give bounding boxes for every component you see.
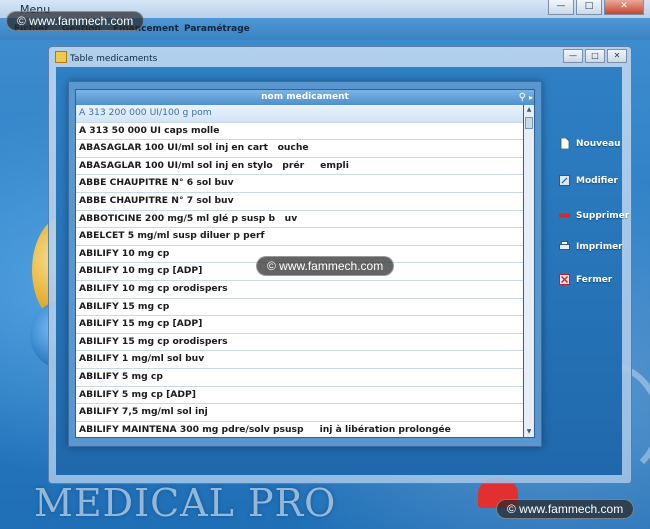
fermer-label: Fermer <box>576 274 613 285</box>
table-row[interactable]: A 313 200 000 UI/100 g pom <box>76 105 524 123</box>
new-document-icon <box>560 138 570 149</box>
table-row[interactable]: ABILIFY 5 mg cp [ADP] <box>76 387 524 405</box>
delete-icon <box>559 213 570 218</box>
imprimer-label: Imprimer <box>576 241 623 252</box>
supprimer-button[interactable]: Supprimer <box>559 210 629 221</box>
table-row[interactable]: ABILIFY 10 mg cp orodispers <box>76 281 524 299</box>
table-row[interactable]: ABILIFY 5 mg cp <box>76 369 524 387</box>
nouveau-label: Nouveau <box>576 138 621 149</box>
table-row[interactable]: ABILIFY 15 mg cp orodispers <box>76 334 524 352</box>
window-maximize-button[interactable]: □ <box>585 49 605 63</box>
chevron-right-icon[interactable]: ▸ <box>529 90 533 105</box>
background-brand-text: MEDICAL PRO <box>34 481 337 525</box>
vertical-scrollbar[interactable]: ▲ ▼ <box>523 105 535 438</box>
watermark-badge: © www.fammech.com <box>256 256 395 276</box>
column-header[interactable]: nom medicament ⚲ ▸ <box>75 89 535 106</box>
close-x-icon <box>559 274 570 285</box>
scroll-down-icon[interactable]: ▼ <box>525 428 533 436</box>
watermark-badge: © www.fammech.com <box>496 499 635 519</box>
table-row[interactable]: ABBOTICINE 200 mg/5 ml glé p susp b uv <box>76 211 524 229</box>
table-row[interactable]: ABILIFY 7,5 mg/ml sol inj <box>76 404 524 422</box>
nouveau-button[interactable]: Nouveau <box>559 138 621 149</box>
window-close-button[interactable]: ✕ <box>607 49 627 63</box>
table-row[interactable]: ABILIFY 15 mg cp [ADP] <box>76 316 524 334</box>
window-minimize-button[interactable]: — <box>563 49 583 63</box>
watermark-badge: © www.fammech.com <box>6 11 145 31</box>
window-title: Table medicaments <box>70 54 158 64</box>
menu-parametrage[interactable]: Paramétrage <box>184 24 250 34</box>
close-button[interactable]: ✕ <box>604 0 644 15</box>
table-row[interactable]: ABILIFY 1 mg/ml sol buv <box>76 351 524 369</box>
printer-icon <box>559 241 570 250</box>
table-row[interactable]: ABASAGLAR 100 UI/ml sol inj en cart ouch… <box>76 140 524 158</box>
table-row[interactable]: ABBE CHAUPITRE N° 6 sol buv <box>76 175 524 193</box>
modifier-button[interactable]: Modifier <box>559 175 618 186</box>
supprimer-label: Supprimer <box>576 210 630 221</box>
imprimer-button[interactable]: Imprimer <box>559 241 623 252</box>
window-icon <box>55 51 67 63</box>
scrollbar-thumb[interactable] <box>525 117 533 129</box>
maximize-button[interactable]: □ <box>576 0 602 15</box>
table-row[interactable]: ABELCET 5 mg/ml susp diluer p perf <box>76 228 524 246</box>
scroll-up-icon[interactable]: ▲ <box>525 106 533 114</box>
table-row[interactable]: ABILIFY 15 mg cp <box>76 299 524 317</box>
table-row[interactable]: ABBE CHAUPITRE N° 7 sol buv <box>76 193 524 211</box>
table-row[interactable]: ABASAGLAR 100 UI/ml sol inj en stylo pré… <box>76 158 524 176</box>
column-header-label: nom medicament <box>261 92 349 102</box>
table-row[interactable]: ABILIFY MAINTENA 300 mg pdre/solv psusp … <box>76 422 524 437</box>
edit-icon <box>559 175 570 186</box>
table-row[interactable]: A 313 50 000 UI caps molle <box>76 123 524 141</box>
modifier-label: Modifier <box>576 175 618 186</box>
fermer-button[interactable]: Fermer <box>559 274 612 285</box>
search-icon[interactable]: ⚲ <box>519 90 526 105</box>
window-title-bar: Table medicaments <box>55 51 157 64</box>
minimize-button[interactable]: — <box>548 0 574 15</box>
